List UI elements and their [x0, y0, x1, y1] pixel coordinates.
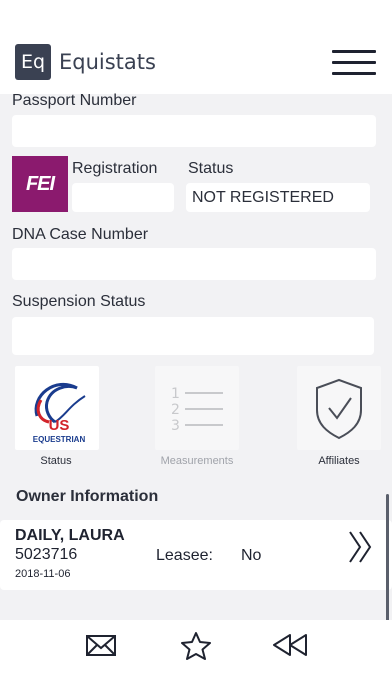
owner-card[interactable]: DAILY, LAURA 5023716 Leasee: No 2018-11-…: [0, 520, 392, 590]
owner-id: 5023716: [15, 546, 78, 563]
numbered-list-icon: 1 2 3: [171, 386, 223, 434]
star-icon[interactable]: [180, 631, 212, 661]
fei-logo[interactable]: FEI: [12, 156, 68, 212]
us-equestrian-logo-text: US: [49, 417, 70, 434]
passport-label: Passport Number: [12, 92, 137, 109]
leasee-value: No: [241, 547, 262, 564]
owner-date: 2018-11-06: [15, 568, 71, 580]
measurements-number-2: 2: [171, 402, 180, 418]
owner-name: DAILY, LAURA: [15, 527, 125, 544]
dna-field[interactable]: [12, 248, 376, 280]
shield-check-icon: [316, 378, 362, 440]
measurements-tile[interactable]: 1 2 3: [155, 366, 239, 450]
scrollbar[interactable]: [386, 494, 389, 622]
dna-label: DNA Case Number: [12, 226, 149, 243]
tile-status-label: Status: [40, 455, 72, 467]
double-chevron-right-icon[interactable]: [347, 530, 375, 564]
rewind-icon[interactable]: [270, 631, 310, 659]
registration-field[interactable]: [72, 183, 174, 212]
status-field[interactable]: NOT REGISTERED: [186, 183, 370, 212]
registration-label: Registration: [72, 160, 158, 177]
app-title: Equistats: [59, 50, 156, 74]
leasee-label: Leasee:: [156, 547, 213, 564]
fei-logo-text: FEI: [25, 172, 55, 195]
measurements-number-1: 1: [171, 386, 180, 402]
tile-affiliates-label: Affiliates: [318, 455, 360, 467]
hamburger-menu-icon[interactable]: [332, 50, 376, 76]
us-equestrian-tile[interactable]: US EQUESTRIAN: [15, 366, 99, 450]
suspension-label: Suspension Status: [12, 293, 146, 310]
mail-icon[interactable]: [85, 631, 117, 659]
us-equestrian-logo-subtext: EQUESTRIAN: [33, 435, 86, 444]
tile-measurements-label: Measurements: [160, 455, 234, 467]
status-label: Status: [188, 160, 234, 177]
owner-section-title: Owner Information: [16, 488, 159, 505]
measurements-number-3: 3: [171, 418, 180, 434]
affiliates-tile[interactable]: [297, 366, 381, 450]
suspension-field[interactable]: [12, 317, 374, 355]
app-header: Eq Equistats: [0, 0, 392, 94]
app-logo: Eq: [15, 44, 51, 80]
passport-field[interactable]: [12, 115, 376, 147]
us-equestrian-logo-icon: US EQUESTRIAN: [33, 382, 86, 444]
